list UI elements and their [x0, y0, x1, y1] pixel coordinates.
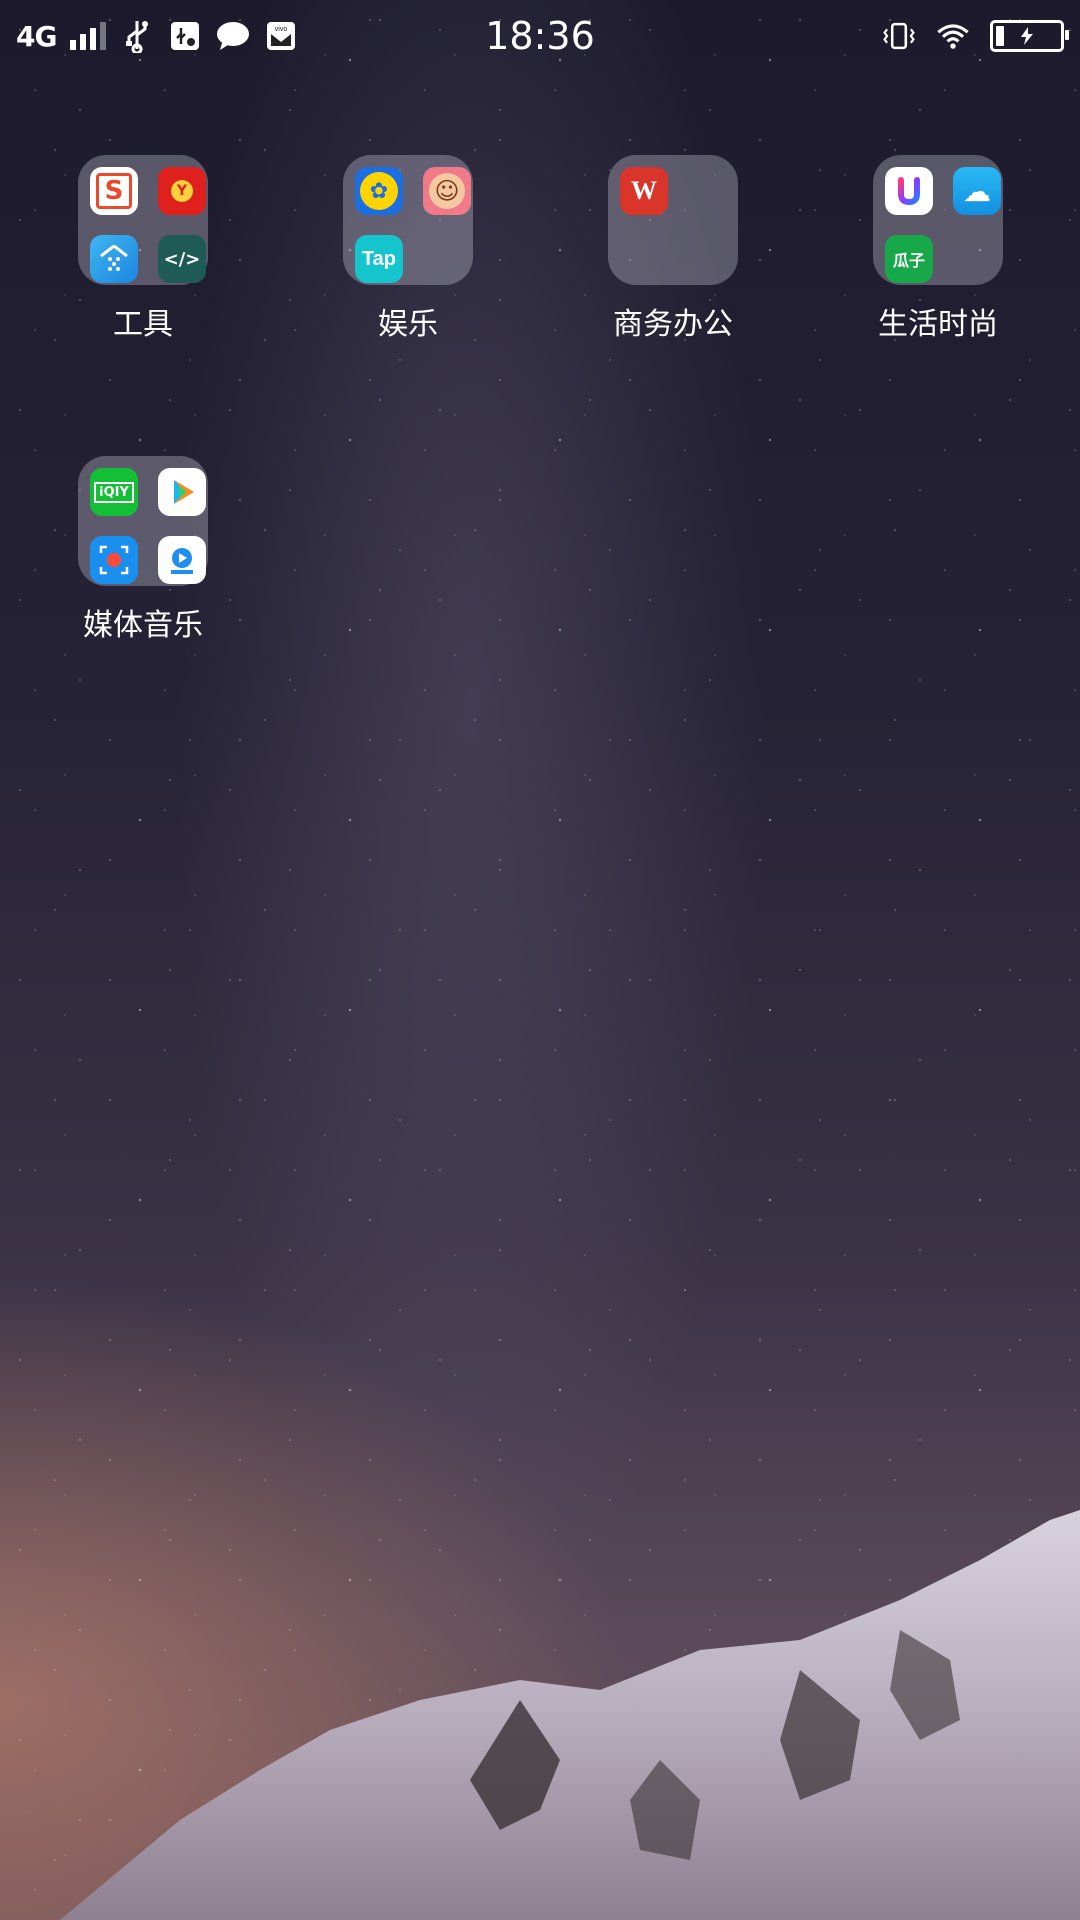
- sogou-input-icon[interactable]: S: [90, 167, 138, 215]
- duck-app-icon[interactable]: ✿: [355, 167, 403, 215]
- folder-entertainment-box[interactable]: ✿ ☺ Tap: [343, 155, 473, 285]
- taptap-icon[interactable]: Tap: [355, 235, 403, 283]
- folder-entertainment-label: 娱乐: [378, 307, 438, 342]
- folder-media-music-box[interactable]: iQIY: [78, 456, 208, 586]
- vibrate-icon: [882, 19, 916, 53]
- guazi-icon[interactable]: 瓜子: [885, 235, 933, 283]
- folder-lifestyle-label: 生活时尚: [878, 307, 998, 342]
- code-editor-icon[interactable]: </>: [158, 235, 206, 283]
- battery-charging-icon: [990, 20, 1069, 52]
- folder-tools-box[interactable]: S Y </>: [78, 155, 208, 285]
- folder-business-box[interactable]: W: [608, 155, 738, 285]
- u-app-icon[interactable]: [885, 167, 933, 215]
- folder-lifestyle-box[interactable]: ☁ 瓜子: [873, 155, 1003, 285]
- iqiyi-icon[interactable]: iQIY: [90, 468, 138, 516]
- monkey-game-icon[interactable]: ☺: [423, 167, 471, 215]
- folder-media-music-label: 媒体音乐: [83, 608, 203, 643]
- wps-office-icon[interactable]: W: [620, 167, 668, 215]
- wallpaper-mountain: [60, 1510, 1080, 1920]
- folder-media-music[interactable]: iQIY 媒体音乐: [43, 456, 243, 644]
- weather-icon[interactable]: ☁: [953, 167, 1001, 215]
- screen-recorder-icon[interactable]: [90, 536, 138, 584]
- smart-home-icon[interactable]: [90, 235, 138, 283]
- folder-business-label: 商务办公: [613, 307, 733, 342]
- folder-entertainment[interactable]: ✿ ☺ Tap 娱乐: [308, 155, 508, 343]
- folder-business[interactable]: W 商务办公: [573, 155, 773, 343]
- wifi-icon: [936, 19, 970, 53]
- folder-tools-label: 工具: [113, 307, 173, 342]
- status-bar: 4G vivo 18:36: [0, 0, 1080, 72]
- folder-tools[interactable]: S Y </> 工具: [43, 155, 243, 343]
- yoga-app-icon[interactable]: Y: [158, 167, 206, 215]
- folder-lifestyle[interactable]: ☁ 瓜子 生活时尚: [838, 155, 1038, 343]
- live-video-icon[interactable]: [158, 536, 206, 584]
- video-player-icon[interactable]: [158, 468, 206, 516]
